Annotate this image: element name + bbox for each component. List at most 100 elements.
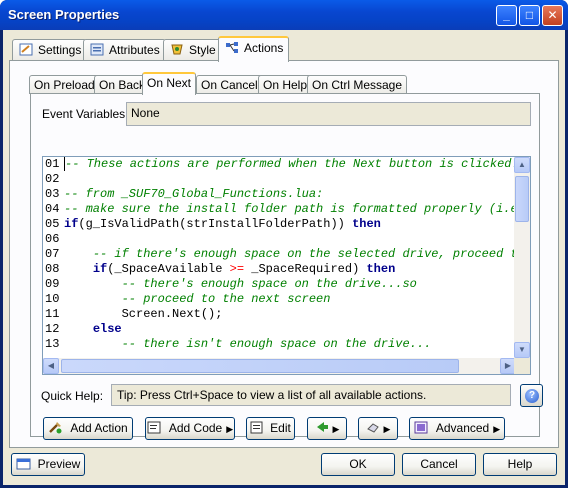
add-code-dropdown-arrow-icon: ▶	[226, 424, 234, 434]
tab-style-label: Style	[189, 43, 216, 57]
code-line[interactable]: 13 -- there isn't enough space on the dr…	[43, 337, 516, 352]
code-line[interactable]: 08 if(_SpaceAvailable >= _SpaceRequired)…	[43, 262, 516, 277]
advanced-label: Advanced	[435, 421, 490, 435]
tab-attributes[interactable]: Attributes	[83, 39, 166, 60]
close-button[interactable]: ✕	[542, 5, 563, 26]
horizontal-scrollbar[interactable]: ◀ ▶	[43, 358, 516, 374]
code-line[interactable]: 07 -- if there's enough space on the sel…	[43, 247, 516, 262]
code-line[interactable]: 02	[43, 172, 516, 187]
scroll-down-button[interactable]: ▼	[514, 342, 530, 358]
advanced-dropdown-arrow-icon: ▶	[493, 424, 501, 434]
preview-button[interactable]: Preview	[11, 453, 85, 476]
scroll-left-button[interactable]: ◀	[43, 358, 59, 374]
line-code: Screen.Next();	[64, 307, 223, 321]
line-code: if(g_IsValidPath(strInstallFolderPath)) …	[64, 217, 381, 231]
vertical-scrollbar[interactable]: ▲ ▼	[514, 157, 530, 358]
screen-properties-window: Screen Properties _ □ ✕ Settings Attribu…	[0, 0, 568, 488]
edit-icon	[250, 421, 263, 434]
tab-actions[interactable]: Actions	[218, 36, 290, 62]
advanced-icon	[414, 421, 428, 434]
code-line[interactable]: 11 Screen.Next();	[43, 307, 516, 322]
code-line[interactable]: 10 -- proceed to the next screen	[43, 292, 516, 307]
line-code: -- make sure the install folder path is …	[64, 202, 516, 216]
tab-on-preload-label: On Preload	[34, 78, 95, 92]
scroll-up-button[interactable]: ▲	[514, 157, 530, 173]
tab-on-next[interactable]: On Next	[142, 72, 197, 95]
line-number: 01	[45, 157, 60, 171]
vertical-scroll-thumb[interactable]	[515, 176, 529, 222]
edit-button[interactable]: Edit	[246, 417, 295, 440]
code-line[interactable]: 01 -- These actions are performed when th…	[43, 157, 516, 172]
code-line[interactable]: 12 else	[43, 322, 516, 337]
add-action-icon	[49, 422, 62, 434]
scrollbar-corner	[514, 358, 530, 374]
ok-label: OK	[349, 457, 367, 471]
quick-help-button[interactable]: ?	[520, 384, 543, 407]
code-line[interactable]: 04 -- make sure the install folder path i…	[43, 202, 516, 217]
help-button[interactable]: Help	[483, 453, 557, 476]
cancel-button[interactable]: Cancel	[402, 453, 476, 476]
line-number: 04	[45, 202, 60, 216]
edit-label: Edit	[270, 421, 291, 435]
event-variables-value: None	[131, 106, 160, 120]
code-line[interactable]: 06	[43, 232, 516, 247]
tab-settings[interactable]: Settings	[12, 39, 88, 60]
event-variables-field: None	[126, 102, 531, 126]
line-number: 03	[45, 187, 60, 201]
code-line[interactable]: 05 if(g_IsValidPath(strInstallFolderPath)…	[43, 217, 516, 232]
eraser-icon	[366, 423, 379, 433]
add-action-label: Add Action	[70, 421, 128, 435]
line-number: 06	[45, 232, 60, 246]
line-number: 13	[45, 337, 60, 351]
quick-help-text: Tip: Press Ctrl+Space to view a list of …	[117, 388, 427, 402]
tab-on-preload[interactable]: On Preload	[29, 75, 100, 94]
code-lines[interactable]: 01 -- These actions are performed when th…	[43, 157, 516, 358]
help-icon: ?	[525, 389, 539, 403]
line-number: 09	[45, 277, 60, 291]
tab-actions-label: Actions	[244, 41, 284, 55]
run-dropdown-arrow-icon: ▶	[332, 424, 340, 434]
code-editor[interactable]: 01 -- These actions are performed when th…	[42, 156, 531, 375]
tab-on-next-label: On Next	[147, 76, 192, 90]
tab-settings-label: Settings	[38, 43, 82, 57]
advanced-button[interactable]: Advanced ▶	[409, 417, 505, 440]
run-actions-button[interactable]: ▶	[307, 417, 347, 440]
tab-on-help-label: On Help	[263, 78, 308, 92]
tab-on-ctrl-message[interactable]: On Ctrl Message	[307, 75, 408, 94]
quick-help-label: Quick Help:	[41, 389, 104, 403]
add-code-icon	[147, 421, 161, 434]
style-icon	[171, 44, 183, 55]
maximize-button[interactable]: □	[519, 5, 540, 26]
window-title: Screen Properties	[8, 7, 120, 22]
cancel-label: Cancel	[420, 457, 458, 471]
add-code-button[interactable]: Add Code ▶	[145, 417, 235, 440]
settings-icon	[19, 43, 33, 56]
minimize-button[interactable]: _	[496, 5, 517, 26]
tab-style[interactable]: Style	[163, 39, 222, 60]
ok-button[interactable]: OK	[321, 453, 395, 476]
line-number: 08	[45, 262, 60, 276]
line-number: 12	[45, 322, 60, 336]
line-number: 10	[45, 292, 60, 306]
title-bar[interactable]: Screen Properties _ □ ✕	[0, 0, 568, 30]
preview-icon	[16, 458, 31, 470]
tab-on-help[interactable]: On Help	[258, 75, 313, 94]
add-action-button[interactable]: Add Action	[43, 417, 133, 440]
code-line[interactable]: 03 -- from _SUF70_Global_Functions.lua:	[43, 187, 516, 202]
tab-on-ctrl-message-label: On Ctrl Message	[312, 78, 403, 92]
help-label: Help	[507, 457, 533, 471]
line-code: -- from _SUF70_Global_Functions.lua:	[64, 187, 324, 201]
line-code: if(_SpaceAvailable >= _SpaceRequired) th…	[92, 262, 396, 276]
on-next-panel: Event Variables: None 01 -- These actions…	[30, 93, 543, 440]
clipboard-actions-button[interactable]: ▶	[358, 417, 398, 440]
add-code-label: Add Code	[168, 421, 223, 435]
line-code: -- proceed to the next screen	[121, 292, 331, 306]
line-code: -- if there's enough space on the select…	[92, 247, 516, 261]
code-line[interactable]: 09 -- there's enough space on the drive.…	[43, 277, 516, 292]
tab-on-back-label: On Back	[99, 78, 146, 92]
horizontal-scroll-thumb[interactable]	[61, 359, 459, 373]
line-code: else	[92, 322, 122, 336]
line-number: 11	[45, 307, 60, 321]
tab-on-cancel[interactable]: On Cancel	[196, 75, 263, 94]
preview-label: Preview	[37, 457, 81, 471]
